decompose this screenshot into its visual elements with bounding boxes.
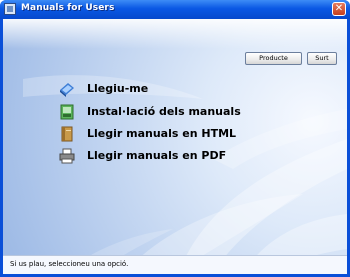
- close-button[interactable]: ✕: [332, 2, 346, 16]
- status-bar: Si us plau, seleccioneu una opció.: [3, 255, 347, 274]
- exit-button[interactable]: Surt: [307, 52, 337, 65]
- status-text: Si us plau, seleccioneu una opció.: [10, 260, 129, 268]
- readme-icon: [60, 83, 74, 97]
- products-button[interactable]: Producte: [245, 52, 302, 65]
- app-icon: [4, 3, 16, 15]
- menu-item-label: Instal·lació dels manuals: [87, 105, 241, 118]
- menu-item-label: Llegir manuals en HTML: [87, 127, 237, 140]
- menu-item-label: Llegiu-me: [87, 82, 149, 95]
- printer-icon: [59, 148, 75, 164]
- app-window: Manuals for Users ✕ Producte Surt Llegiu…: [0, 0, 350, 277]
- title-bar[interactable]: Manuals for Users ✕: [0, 0, 350, 19]
- menu-item-label: Llegir manuals en PDF: [87, 149, 227, 162]
- window-title: Manuals for Users: [21, 3, 115, 13]
- book-icon: [61, 126, 73, 142]
- install-icon: [60, 104, 74, 120]
- main-panel: Producte Surt Llegiu-me Instal·lació del…: [3, 19, 347, 274]
